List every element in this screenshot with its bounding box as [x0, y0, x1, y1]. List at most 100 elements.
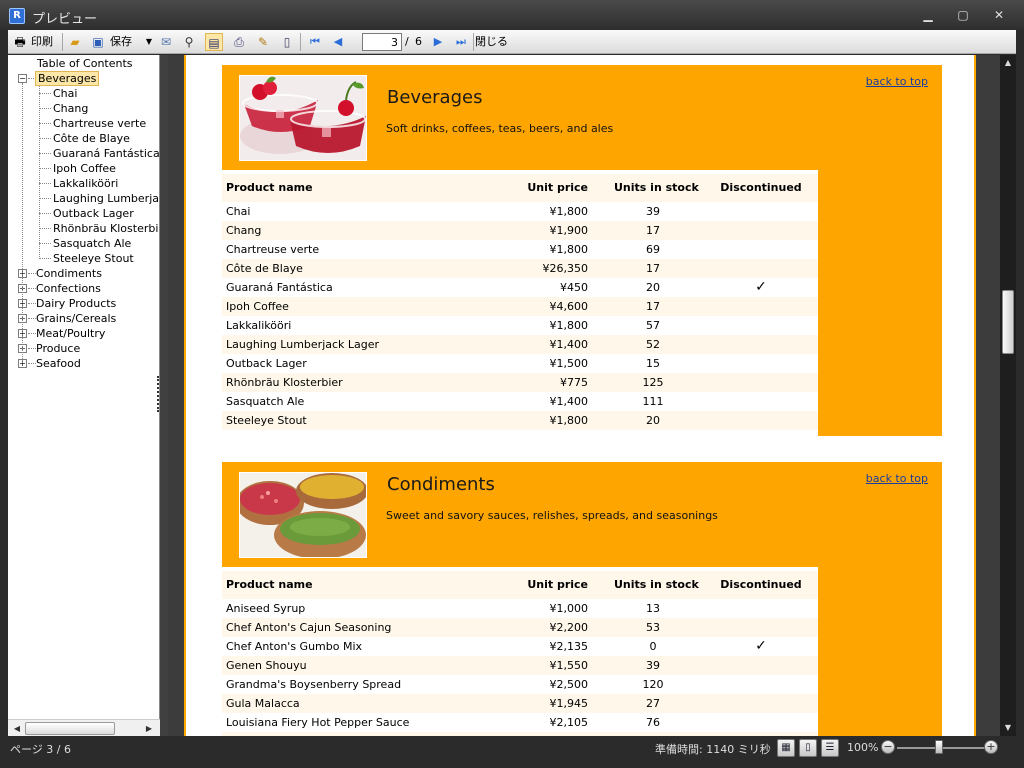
- minimize-button[interactable]: ▁: [915, 6, 941, 24]
- toc-item-product[interactable]: Outback Lager: [8, 206, 159, 221]
- single-view-icon[interactable]: ▯: [799, 739, 817, 757]
- cell-name: Sasquatch Ale: [226, 395, 305, 408]
- scrollbar-thumb[interactable]: [25, 722, 115, 735]
- cell-price: ¥775: [560, 376, 588, 389]
- toc-item-product[interactable]: Côte de Blaye: [8, 131, 159, 146]
- toc-item-label: Chartreuse verte: [53, 117, 147, 130]
- collapse-icon[interactable]: −: [18, 74, 27, 83]
- cell-stock: 27: [646, 697, 660, 710]
- save-button[interactable]: 保存: [110, 33, 132, 51]
- toc-item-product[interactable]: Chai: [8, 86, 159, 101]
- zoom-in-icon[interactable]: +: [984, 740, 998, 754]
- cell-price: ¥2,500: [549, 678, 589, 691]
- table-row: Chef Anton's Gumbo Mix ¥2,135 0 ✓: [222, 637, 818, 656]
- toc-item-category[interactable]: + Grains/Cereals: [8, 311, 158, 326]
- cell-name: Aniseed Syrup: [226, 602, 306, 615]
- toc-item-beverages[interactable]: − Beverages: [8, 71, 158, 86]
- continuous-view-icon[interactable]: ▦: [777, 739, 795, 757]
- report-viewer[interactable]: Beverages Soft drinks, coffees, teas, bee…: [168, 55, 1000, 736]
- toc-item-product[interactable]: Rhönbräu Klosterbier: [8, 221, 160, 236]
- toc-item-label: Rhönbräu Klosterbier: [53, 222, 160, 235]
- toc-item-product[interactable]: Lakkalikööri: [8, 176, 159, 191]
- toc-item-label: Ipoh Coffee: [53, 162, 116, 175]
- toolbar-separator: [62, 33, 63, 51]
- close-preview-button[interactable]: 閉じる: [475, 33, 508, 51]
- print-icon[interactable]: 🖶: [11, 33, 29, 51]
- condiment-photo: [240, 473, 366, 557]
- scroll-down-icon[interactable]: ▼: [1000, 720, 1016, 736]
- cell-stock: 15: [646, 357, 660, 370]
- cell-name: Côte de Blaye: [226, 262, 303, 275]
- page-number-input[interactable]: [362, 33, 402, 51]
- edit-icon[interactable]: ✎: [254, 33, 272, 51]
- open-folder-icon[interactable]: ▰: [66, 33, 84, 51]
- viewer-vertical-scrollbar[interactable]: ▲ ▼: [1000, 55, 1016, 736]
- next-page-icon[interactable]: ▶: [429, 33, 447, 51]
- scroll-left-icon[interactable]: ◀: [10, 721, 24, 736]
- zoom-out-icon[interactable]: −: [881, 740, 895, 754]
- toc-item-product[interactable]: Sasquatch Ale: [8, 236, 159, 251]
- table-row: Genen Shouyu ¥1,550 39: [222, 656, 818, 675]
- toc-item-category[interactable]: + Seafood: [8, 356, 158, 371]
- toc-item-product[interactable]: Ipoh Coffee: [8, 161, 159, 176]
- cell-price: ¥2,105: [549, 716, 589, 729]
- cell-price: ¥2,135: [549, 640, 589, 653]
- cell-stock: 20: [646, 281, 660, 294]
- toc-item-product[interactable]: Steeleye Stout: [8, 251, 159, 266]
- first-page-icon[interactable]: ⏮: [306, 33, 324, 51]
- back-to-top-link[interactable]: back to top: [866, 75, 928, 88]
- toc-item-product[interactable]: Chang: [8, 101, 159, 116]
- toc-item-category[interactable]: + Produce: [8, 341, 158, 356]
- single-page-icon[interactable]: ▯: [278, 33, 296, 51]
- maximize-button[interactable]: ▢: [950, 6, 976, 24]
- multi-view-icon[interactable]: ☰: [821, 739, 839, 757]
- cell-price: ¥450: [560, 281, 588, 294]
- splitter-grip[interactable]: [157, 376, 159, 412]
- close-window-button[interactable]: ✕: [986, 6, 1012, 24]
- scroll-right-icon[interactable]: ▶: [142, 721, 156, 736]
- tree-connector: [39, 183, 51, 184]
- toc-horizontal-scrollbar[interactable]: ◀ ▶: [8, 719, 160, 736]
- cell-name: Laughing Lumberjack Lager: [226, 338, 380, 351]
- table-row: Gula Malacca ¥1,945 27: [222, 694, 818, 713]
- cell-stock: 111: [642, 395, 664, 408]
- save-dropdown-icon[interactable]: ▼: [140, 33, 158, 51]
- cell-name: Grandma's Boysenberry Spread: [226, 678, 402, 691]
- page-separator: /: [405, 35, 409, 48]
- scrollbar-thumb[interactable]: [1002, 290, 1014, 354]
- toc-item-product[interactable]: Laughing Lumberjack: [8, 191, 159, 206]
- table-row: Chai ¥1,800 39: [222, 202, 818, 221]
- toc-item-product[interactable]: Chartreuse verte: [8, 116, 159, 131]
- page-setup-icon[interactable]: ⎙: [230, 33, 248, 51]
- panel-splitter[interactable]: [160, 55, 168, 736]
- toc-item-category[interactable]: + Condiments: [8, 266, 158, 281]
- email-icon[interactable]: ✉: [157, 33, 175, 51]
- cell-name: Outback Lager: [226, 357, 307, 370]
- toc-root[interactable]: Table of Contents: [8, 56, 158, 71]
- toc-item-label: Côte de Blaye: [53, 132, 130, 145]
- prev-page-icon[interactable]: ◀: [329, 33, 347, 51]
- cell-stock: 39: [646, 205, 660, 218]
- cell-stock: 17: [646, 224, 660, 237]
- save-icon[interactable]: ▣: [89, 33, 107, 51]
- toc-toggle-icon[interactable]: ▤: [205, 33, 223, 51]
- scroll-up-icon[interactable]: ▲: [1000, 55, 1016, 71]
- discontinued-check-icon: ✓: [755, 638, 767, 654]
- toc-item-product[interactable]: Guaraná Fantástica: [8, 146, 159, 161]
- toc-item-label: Chai: [53, 87, 78, 100]
- tree-connector: [28, 333, 36, 334]
- toc-item-category[interactable]: + Meat/Poultry: [8, 326, 158, 341]
- toc-item-category[interactable]: + Dairy Products: [8, 296, 158, 311]
- print-button[interactable]: 印刷: [31, 33, 53, 51]
- cell-price: ¥1,400: [549, 338, 589, 351]
- cell-price: ¥1,000: [549, 602, 589, 615]
- zoom-slider-knob[interactable]: [935, 740, 943, 754]
- toc-item-category[interactable]: + Confections: [8, 281, 158, 296]
- cell-name: Rhönbräu Klosterbier: [226, 376, 343, 389]
- back-to-top-link[interactable]: back to top: [866, 472, 928, 485]
- report-page: Beverages Soft drinks, coffees, teas, bee…: [184, 55, 976, 736]
- table-row: Outback Lager ¥1,500 15: [222, 354, 818, 373]
- last-page-icon[interactable]: ⏭: [452, 33, 470, 51]
- table-row: Guaraná Fantástica ¥450 20 ✓: [222, 278, 818, 297]
- find-icon[interactable]: ⚲: [180, 33, 198, 51]
